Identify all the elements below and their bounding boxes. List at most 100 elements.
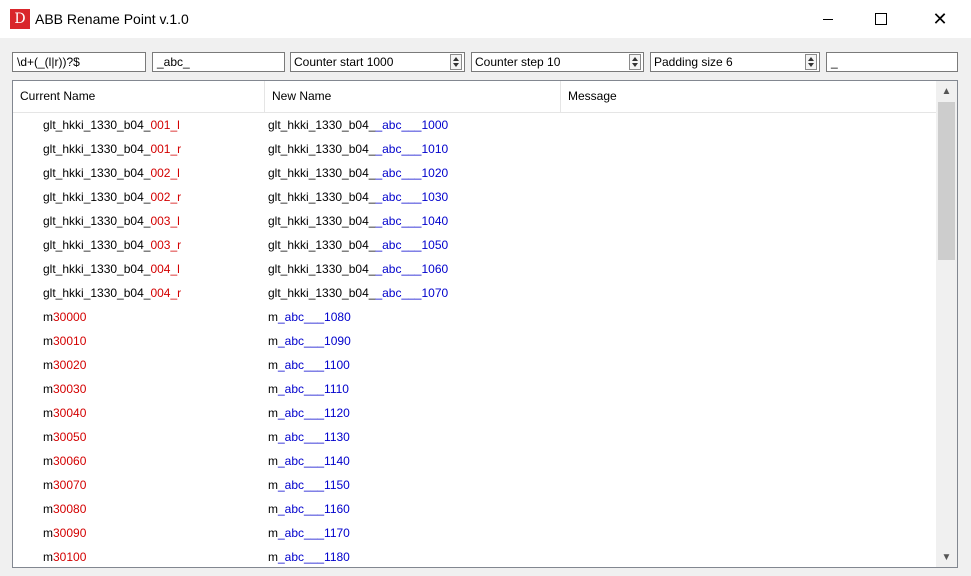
current-name-base: m <box>43 478 53 492</box>
new-name-replacement: _abc___ <box>278 382 325 396</box>
table-row[interactable]: glt_hkki_1330_b04_003_r glt_hkki_1330_b04… <box>13 233 936 257</box>
current-name-base: m <box>43 430 53 444</box>
separator-input[interactable]: _ <box>826 52 958 72</box>
table-row[interactable]: m30020 m_abc___1100 <box>13 353 936 377</box>
column-header-new-name[interactable]: New Name <box>265 81 561 112</box>
current-name-base: glt_hkki_1330_b04_ <box>43 166 151 180</box>
spin-up-icon[interactable] <box>632 57 638 61</box>
current-name-match: 30060 <box>53 454 87 468</box>
new-name-cell: m_abc___1180 <box>268 545 350 569</box>
new-name-cell: glt_hkki_1330_b04__abc___1070 <box>268 281 448 305</box>
new-name-replacement: _abc___ <box>278 550 325 564</box>
current-name-cell: m30010 <box>43 329 86 353</box>
spin-down-icon[interactable] <box>808 63 814 67</box>
chevron-up-icon[interactable]: ▲ <box>936 83 957 100</box>
current-name-base: m <box>43 502 53 516</box>
table-row[interactable]: glt_hkki_1330_b04_001_r glt_hkki_1330_b04… <box>13 137 936 161</box>
close-button[interactable]: ✕ <box>917 0 963 38</box>
maximize-icon <box>875 13 887 25</box>
new-name-replacement: _abc___ <box>375 190 422 204</box>
current-name-match: 003_r <box>150 238 182 252</box>
spin-up-icon[interactable] <box>453 57 459 61</box>
current-name-cell: m30090 <box>43 521 86 545</box>
counter-step-spinbox[interactable]: Counter step 10 <box>471 52 644 72</box>
counter-step-stepper[interactable] <box>629 54 641 70</box>
replacement-input[interactable]: _abc_ <box>152 52 285 72</box>
current-name-base: m <box>43 358 53 372</box>
new-name-cell: glt_hkki_1330_b04__abc___1010 <box>268 137 448 161</box>
table-row[interactable]: m30040 m_abc___1120 <box>13 401 936 425</box>
new-name-counter: 1030 <box>421 190 449 204</box>
table-row[interactable]: glt_hkki_1330_b04_004_l glt_hkki_1330_b04… <box>13 257 936 281</box>
new-name-replacement: _abc___ <box>375 118 422 132</box>
maximize-button[interactable] <box>858 0 904 38</box>
minimize-button[interactable] <box>805 0 851 38</box>
new-name-replacement: _abc___ <box>278 526 325 540</box>
table-row[interactable]: m30060 m_abc___1140 <box>13 449 936 473</box>
new-name-replacement: _abc___ <box>375 238 422 252</box>
current-name-cell: m30060 <box>43 449 86 473</box>
padding-size-stepper[interactable] <box>805 54 817 70</box>
regex-input[interactable]: \d+(_(l|r))?$ <box>12 52 146 72</box>
table-row[interactable]: m30070 m_abc___1150 <box>13 473 936 497</box>
new-name-cell: m_abc___1080 <box>268 305 351 329</box>
current-name-base: glt_hkki_1330_b04_ <box>43 118 151 132</box>
table-row[interactable]: m30090 m_abc___1170 <box>13 521 936 545</box>
column-header-current-name[interactable]: Current Name <box>13 81 265 112</box>
spin-down-icon[interactable] <box>453 63 459 67</box>
table-row[interactable]: glt_hkki_1330_b04_004_r glt_hkki_1330_b04… <box>13 281 936 305</box>
table-row[interactable]: m30080 m_abc___1160 <box>13 497 936 521</box>
column-header-message[interactable]: Message <box>561 81 936 112</box>
table-row[interactable]: glt_hkki_1330_b04_003_l glt_hkki_1330_b04… <box>13 209 936 233</box>
new-name-cell: m_abc___1130 <box>268 425 350 449</box>
new-name-base: glt_hkki_1330_b04_ <box>268 286 376 300</box>
chevron-down-icon[interactable]: ▼ <box>936 549 957 566</box>
new-name-counter: 1070 <box>421 286 449 300</box>
new-name-cell: m_abc___1110 <box>268 377 349 401</box>
table-row[interactable]: m30100 m_abc___1180 <box>13 545 936 569</box>
table-row[interactable]: glt_hkki_1330_b04_002_r glt_hkki_1330_b04… <box>13 185 936 209</box>
current-name-base: m <box>43 454 53 468</box>
new-name-replacement: _abc___ <box>278 310 325 324</box>
spin-up-icon[interactable] <box>808 57 814 61</box>
new-name-cell: m_abc___1160 <box>268 497 350 521</box>
counter-start-stepper[interactable] <box>450 54 462 70</box>
close-icon: ✕ <box>932 9 948 29</box>
table-row[interactable]: m30050 m_abc___1130 <box>13 425 936 449</box>
new-name-counter: 1180 <box>324 550 350 564</box>
counter-start-spinbox[interactable]: Counter start 1000 <box>290 52 465 72</box>
table-row[interactable]: m30010 m_abc___1090 <box>13 329 936 353</box>
new-name-base: m <box>268 550 278 564</box>
new-name-base: m <box>268 430 278 444</box>
padding-size-spinbox[interactable]: Padding size 6 <box>650 52 820 72</box>
new-name-cell: glt_hkki_1330_b04__abc___1030 <box>268 185 448 209</box>
current-name-cell: m30040 <box>43 401 86 425</box>
new-name-counter: 1120 <box>324 406 350 420</box>
vertical-scrollbar[interactable]: ▲ ▼ <box>936 81 957 567</box>
current-name-base: m <box>43 382 53 396</box>
current-name-match: 30080 <box>53 502 87 516</box>
table-row[interactable]: m30030 m_abc___1110 <box>13 377 936 401</box>
title-bar: D ABB Rename Point v.1.0 ✕ <box>0 0 971 38</box>
current-name-cell: glt_hkki_1330_b04_002_r <box>43 185 181 209</box>
current-name-base: glt_hkki_1330_b04_ <box>43 286 151 300</box>
new-name-replacement: _abc___ <box>375 262 422 276</box>
new-name-base: glt_hkki_1330_b04_ <box>268 166 376 180</box>
new-name-base: m <box>268 526 278 540</box>
new-name-counter: 1060 <box>421 262 449 276</box>
table-row[interactable]: glt_hkki_1330_b04_001_l glt_hkki_1330_b04… <box>13 113 936 137</box>
current-name-cell: glt_hkki_1330_b04_003_r <box>43 233 181 257</box>
new-name-counter: 1050 <box>421 238 449 252</box>
new-name-base: m <box>268 502 278 516</box>
table-row[interactable]: glt_hkki_1330_b04_002_l glt_hkki_1330_b04… <box>13 161 936 185</box>
new-name-counter: 1100 <box>324 358 350 372</box>
spin-down-icon[interactable] <box>632 63 638 67</box>
current-name-cell: m30070 <box>43 473 86 497</box>
current-name-cell: m30030 <box>43 377 86 401</box>
table-body: glt_hkki_1330_b04_001_l glt_hkki_1330_b04… <box>13 113 936 569</box>
scrollbar-thumb[interactable] <box>938 102 955 260</box>
table-row[interactable]: m30000 m_abc___1080 <box>13 305 936 329</box>
new-name-cell: glt_hkki_1330_b04__abc___1020 <box>268 161 448 185</box>
new-name-replacement: _abc___ <box>278 454 325 468</box>
new-name-replacement: _abc___ <box>278 334 325 348</box>
